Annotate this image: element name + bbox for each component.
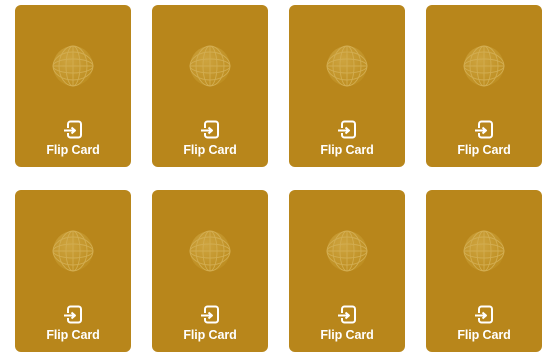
flip-card-4[interactable]: Flip Card [426, 5, 542, 167]
flip-card-8[interactable]: Flip Card [426, 190, 542, 352]
flip-card-label: Flip Card [183, 328, 237, 342]
flip-card-action[interactable]: Flip Card [289, 120, 405, 157]
flip-card-5[interactable]: Flip Card [15, 190, 131, 352]
flip-card-6[interactable]: Flip Card [152, 190, 268, 352]
flip-card-label: Flip Card [457, 143, 511, 157]
flip-card-1[interactable]: Flip Card [15, 5, 131, 167]
globe-icon [463, 230, 505, 272]
flip-card-action[interactable]: Flip Card [152, 120, 268, 157]
flip-card-label: Flip Card [46, 328, 100, 342]
flip-card-icon [200, 305, 219, 324]
flip-card-action[interactable]: Flip Card [426, 120, 542, 157]
flip-card-icon [337, 305, 356, 324]
flip-card-2[interactable]: Flip Card [152, 5, 268, 167]
flip-card-icon [474, 120, 493, 139]
flip-card-label: Flip Card [320, 143, 374, 157]
flip-card-label: Flip Card [457, 328, 511, 342]
flip-card-action[interactable]: Flip Card [152, 305, 268, 342]
globe-icon [326, 230, 368, 272]
flip-card-icon [63, 305, 82, 324]
flip-card-label: Flip Card [320, 328, 374, 342]
flip-card-grid: Flip Card Flip Card Flip Card Flip Card … [0, 0, 549, 354]
flip-card-action[interactable]: Flip Card [289, 305, 405, 342]
flip-card-action[interactable]: Flip Card [426, 305, 542, 342]
flip-card-icon [474, 305, 493, 324]
globe-icon [52, 45, 94, 87]
flip-card-icon [200, 120, 219, 139]
globe-icon [52, 230, 94, 272]
flip-card-icon [63, 120, 82, 139]
flip-card-action[interactable]: Flip Card [15, 120, 131, 157]
flip-card-label: Flip Card [183, 143, 237, 157]
globe-icon [189, 45, 231, 87]
globe-icon [326, 45, 368, 87]
flip-card-label: Flip Card [46, 143, 100, 157]
flip-card-icon [337, 120, 356, 139]
flip-card-3[interactable]: Flip Card [289, 5, 405, 167]
flip-card-7[interactable]: Flip Card [289, 190, 405, 352]
flip-card-action[interactable]: Flip Card [15, 305, 131, 342]
globe-icon [189, 230, 231, 272]
globe-icon [463, 45, 505, 87]
